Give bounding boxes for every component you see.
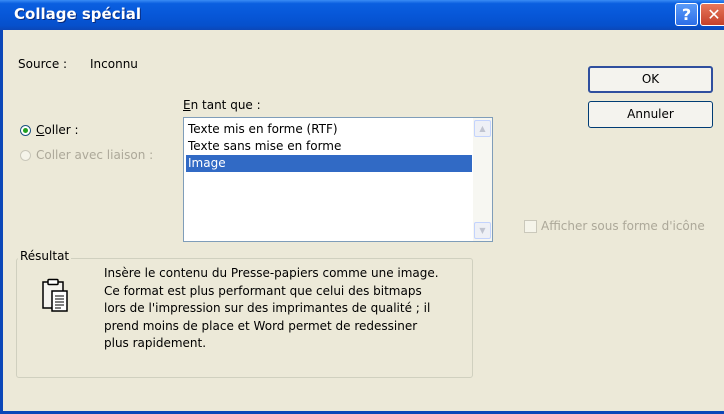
source-label: Source : bbox=[18, 57, 68, 71]
ok-button[interactable]: OK bbox=[588, 66, 713, 93]
ok-button-label: OK bbox=[641, 72, 660, 86]
close-icon: ✕ bbox=[707, 5, 721, 24]
list-item[interactable]: Texte mis en forme (RTF) bbox=[186, 121, 472, 138]
result-line: Ce format est plus performant que celui … bbox=[104, 283, 422, 298]
paste-radio-label-rest: oller : bbox=[44, 123, 79, 137]
window-frame-left bbox=[0, 30, 3, 414]
paste-radio-label[interactable]: Coller : bbox=[36, 123, 79, 137]
title-bar[interactable]: Collage spécial ? ✕ bbox=[0, 0, 724, 30]
paste-as-label-rest: n tant que : bbox=[190, 98, 261, 112]
source-value: Inconnu bbox=[90, 57, 138, 71]
help-button[interactable]: ? bbox=[675, 3, 698, 26]
result-line: plus rapidement. bbox=[104, 336, 207, 350]
cancel-button[interactable]: Annuler bbox=[588, 101, 713, 128]
clipboard-icon bbox=[42, 278, 68, 312]
paste-format-listbox[interactable]: Texte mis en forme (RTF) Texte sans mise… bbox=[183, 117, 493, 242]
help-icon: ? bbox=[681, 5, 692, 24]
display-as-icon-checkbox[interactable] bbox=[524, 220, 537, 233]
result-line: prend moins de place et Word permet de r… bbox=[104, 318, 418, 333]
result-line: lors de l'impression sur des imprimantes… bbox=[104, 301, 431, 315]
result-legend: Résultat bbox=[18, 249, 72, 263]
result-description: Insère le contenu du Presse-papiers comm… bbox=[104, 265, 466, 353]
list-item-selected[interactable]: Image bbox=[186, 155, 472, 172]
close-button[interactable]: ✕ bbox=[700, 3, 724, 26]
display-as-icon-label: Afficher sous forme d'icône bbox=[541, 219, 705, 233]
window-title: Collage spécial bbox=[14, 5, 141, 23]
paste-link-radio[interactable] bbox=[20, 150, 31, 161]
result-line: Insère le contenu du Presse-papiers comm… bbox=[104, 266, 439, 280]
scroll-up-arrow-icon[interactable]: ▲ bbox=[474, 120, 491, 137]
paste-link-radio-label: Coller avec liaison : bbox=[36, 148, 154, 162]
paste-radio[interactable] bbox=[20, 125, 31, 136]
scroll-down-arrow-icon[interactable]: ▼ bbox=[474, 222, 491, 239]
cancel-button-label: Annuler bbox=[627, 107, 674, 121]
paste-special-dialog: Collage spécial ? ✕ Source : Inconnu OK … bbox=[0, 0, 724, 414]
paste-as-accel: E bbox=[183, 98, 191, 112]
list-item[interactable]: Texte sans mise en forme bbox=[186, 138, 472, 155]
listbox-scrollbar[interactable]: ▲ ▼ bbox=[473, 118, 492, 241]
paste-as-label: En tant que : bbox=[183, 98, 261, 112]
